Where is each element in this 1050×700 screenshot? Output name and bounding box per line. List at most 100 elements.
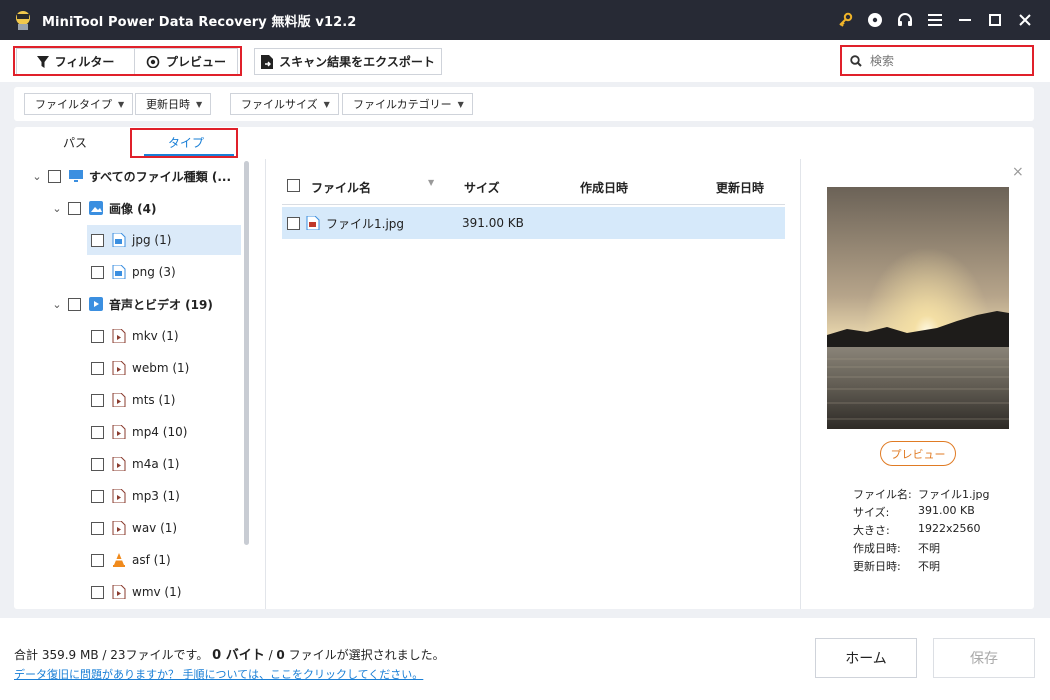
- file-type-tree: ⌄ すべてのファイル種類 (... ⌄ 画像 (4) jpg (1) png (…: [14, 159, 254, 607]
- tree-item-audio-video[interactable]: ⌄ 音声とビデオ (19): [50, 289, 213, 319]
- tree-item-all[interactable]: ⌄ すべてのファイル種類 (...: [30, 161, 231, 191]
- panel-divider[interactable]: [265, 159, 266, 609]
- tree-item-label: m4a (1): [132, 457, 180, 471]
- column-created[interactable]: 作成日時: [580, 179, 628, 196]
- checkbox[interactable]: [91, 425, 104, 439]
- checkbox[interactable]: [91, 553, 104, 567]
- minimize-icon[interactable]: [950, 0, 980, 40]
- tree-item-mp4[interactable]: mp4 (10): [91, 417, 187, 447]
- column-name[interactable]: ファイル名: [311, 179, 371, 196]
- export-file-icon: [261, 54, 274, 69]
- tree-item-asf[interactable]: asf (1): [91, 545, 171, 575]
- file-name: ファイル1.jpg: [326, 216, 405, 231]
- tab-type[interactable]: タイプ: [136, 127, 236, 157]
- tree-item-label: wmv (1): [132, 585, 182, 599]
- checkbox[interactable]: [48, 169, 61, 183]
- preview-button[interactable]: プレビュー: [880, 441, 956, 466]
- app-logo-icon: [16, 11, 30, 30]
- checkbox[interactable]: [68, 297, 81, 311]
- export-label: スキャン結果をエクスポート: [279, 55, 435, 69]
- help-link[interactable]: データ復旧に問題がありますか？ 手順については、ここをクリックしてください。: [14, 666, 423, 682]
- close-preview-icon[interactable]: ×: [1012, 164, 1024, 180]
- meta-value-name: ファイル1.jpg: [918, 488, 990, 501]
- eye-icon: [146, 55, 160, 68]
- column-modified[interactable]: 更新日時: [716, 179, 764, 196]
- file-row[interactable]: ファイル1.jpg 391.00 KB: [282, 207, 785, 239]
- tree-item-label: jpg (1): [132, 233, 172, 247]
- summary-total: 359.9 MB: [41, 648, 99, 662]
- tab-type-label: タイプ: [167, 135, 204, 150]
- checkbox[interactable]: [91, 393, 104, 407]
- file-category-dropdown[interactable]: ファイルカテゴリー ▼: [342, 93, 473, 115]
- preview-image: [827, 187, 1009, 429]
- tree-item-mkv[interactable]: mkv (1): [91, 321, 179, 351]
- checkbox[interactable]: [91, 457, 104, 471]
- tree-item-jpg[interactable]: jpg (1): [87, 225, 241, 255]
- close-icon[interactable]: [1010, 0, 1040, 40]
- save-button-label: 保存: [970, 651, 998, 667]
- modified-date-dropdown[interactable]: 更新日時 ▼: [135, 93, 212, 115]
- media-file-icon: [112, 457, 126, 471]
- row-checkbox[interactable]: [287, 216, 300, 230]
- sort-arrow-icon[interactable]: ▼: [428, 178, 434, 187]
- search-icon: [850, 55, 862, 67]
- tree-item-label: 音声とビデオ (19): [109, 297, 213, 312]
- checkbox[interactable]: [91, 585, 104, 599]
- tree-item-label: png (3): [132, 265, 176, 279]
- file-size-dropdown-label: ファイルサイズ: [241, 98, 318, 111]
- file-type-dropdown[interactable]: ファイルタイプ ▼: [24, 93, 134, 115]
- column-size[interactable]: サイズ: [464, 179, 500, 196]
- summary-mid: ファイルです。: [125, 648, 213, 662]
- export-button[interactable]: スキャン結果をエクスポート: [254, 48, 442, 75]
- checkbox[interactable]: [91, 233, 104, 247]
- file-type-dropdown-label: ファイルタイプ: [35, 98, 112, 111]
- media-file-icon: [112, 393, 126, 407]
- tab-path-label: パス: [62, 135, 87, 150]
- tree-item-wmv[interactable]: wmv (1): [91, 577, 181, 607]
- tree-item-mts[interactable]: mts (1): [91, 385, 175, 415]
- filter-button[interactable]: フィルター: [16, 48, 134, 75]
- chevron-down-icon[interactable]: ⌄: [50, 298, 64, 311]
- home-button-label: ホーム: [845, 651, 887, 667]
- chevron-down-icon[interactable]: ⌄: [30, 170, 44, 183]
- preview-toggle-button[interactable]: プレビュー: [134, 48, 238, 75]
- checkbox[interactable]: [91, 361, 104, 375]
- preview-button-label: プレビュー: [890, 447, 946, 461]
- save-button[interactable]: 保存: [933, 638, 1035, 678]
- image-icon: [89, 201, 103, 215]
- tree-scrollbar[interactable]: [244, 161, 249, 545]
- media-file-icon: [112, 425, 126, 439]
- meta-value-modified: 不明: [918, 560, 940, 573]
- home-button[interactable]: ホーム: [815, 638, 917, 678]
- meta-label-size: サイズ:: [853, 506, 890, 519]
- checkbox[interactable]: [91, 329, 104, 343]
- chevron-down-icon: ▼: [457, 99, 464, 109]
- meta-value-dims: 1922x2560: [918, 522, 981, 535]
- checkbox[interactable]: [91, 265, 104, 279]
- search-box[interactable]: [842, 47, 1032, 75]
- select-all-checkbox[interactable]: [287, 179, 300, 192]
- checkbox[interactable]: [91, 489, 104, 503]
- headset-icon[interactable]: [890, 0, 920, 40]
- checkbox[interactable]: [91, 521, 104, 535]
- key-icon[interactable]: [830, 0, 860, 40]
- tree-item-images[interactable]: ⌄ 画像 (4): [50, 193, 157, 223]
- tab-path[interactable]: パス: [34, 127, 116, 157]
- tree-item-m4a[interactable]: m4a (1): [91, 449, 180, 479]
- disc-icon[interactable]: [860, 0, 890, 40]
- meta-label-name: ファイル名:: [853, 488, 912, 501]
- tree-item-mp3[interactable]: mp3 (1): [91, 481, 180, 511]
- tree-item-png[interactable]: png (3): [91, 257, 176, 287]
- chevron-down-icon[interactable]: ⌄: [50, 202, 64, 215]
- checkbox[interactable]: [68, 201, 81, 215]
- menu-icon[interactable]: [920, 0, 950, 40]
- file-size-dropdown[interactable]: ファイルサイズ ▼: [230, 93, 339, 115]
- search-input[interactable]: [870, 54, 1020, 68]
- tree-item-wav[interactable]: wav (1): [91, 513, 177, 543]
- bottom-bar: 合計 359.9 MB / 23ファイルです。 0 バイト / 0 ファイルが選…: [0, 618, 1050, 700]
- meta-label-dims: 大きさ:: [853, 524, 890, 537]
- tree-item-webm[interactable]: webm (1): [91, 353, 189, 383]
- meta-value-created: 不明: [918, 542, 940, 555]
- tree-item-label: すべてのファイル種類 (...: [89, 169, 232, 184]
- maximize-icon[interactable]: [980, 0, 1010, 40]
